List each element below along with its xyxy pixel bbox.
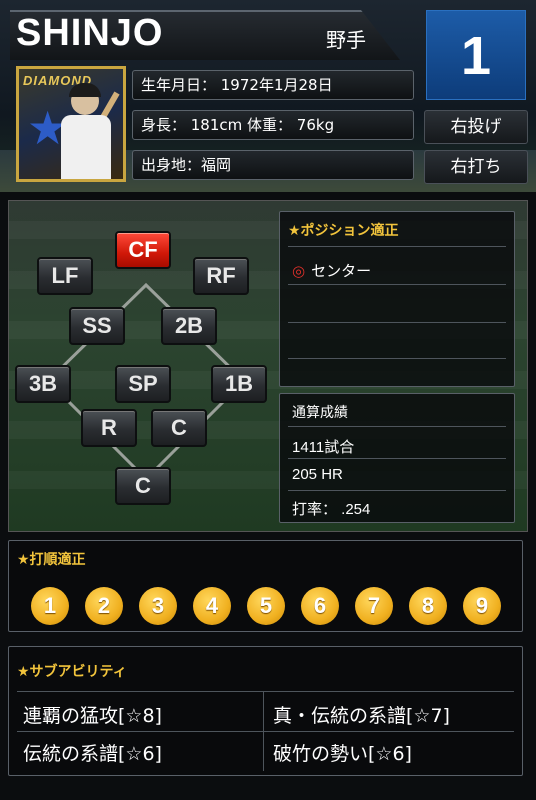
position-button-catcher[interactable]: C: [115, 467, 171, 505]
throws-label: 右投げ: [424, 110, 528, 144]
batting-order-1: 1: [31, 587, 69, 625]
position-button-lf[interactable]: LF: [37, 257, 93, 295]
position-button-rf[interactable]: RF: [193, 257, 249, 295]
batting-order-6: 6: [301, 587, 339, 625]
career-stats-title: 通算成績: [292, 404, 348, 420]
batting-order-title: ★打順適正: [17, 552, 86, 568]
career-games: 1411試合: [292, 439, 355, 456]
player-name: SHINJO: [16, 12, 164, 54]
position-aptitude-title: ★ポジション適正: [288, 223, 399, 239]
position-button-closer[interactable]: C: [151, 409, 207, 447]
sub-ability-title: ★サブアビリティ: [17, 664, 127, 680]
batting-order-4: 4: [193, 587, 231, 625]
position-aptitude-entry: ◎ センター: [292, 260, 371, 281]
birthplace: 出身地：福岡: [132, 150, 414, 180]
career-home-runs: 205 HR: [292, 466, 343, 483]
player-header: SHINJO 野手 1 右投げ 右打ち DIAMOND ★ 生年月日： 1972…: [0, 0, 536, 192]
position-button-rp[interactable]: R: [81, 409, 137, 447]
position-button-cf[interactable]: CF: [115, 231, 171, 269]
position-button-2b[interactable]: 2B: [161, 307, 217, 345]
batting-order-5: 5: [247, 587, 285, 625]
sub-ability-item[interactable]: 真・伝統の系譜[☆7]: [273, 701, 450, 728]
player-figure-body: [61, 115, 111, 179]
height-weight: 身長： 181cm 体重： 76kg: [132, 110, 414, 140]
career-stats-panel: 通算成績 1411試合 205 HR 打率： .254: [279, 393, 515, 523]
position-button-sp[interactable]: SP: [115, 365, 171, 403]
batting-order-9: 9: [463, 587, 501, 625]
position-button-1b[interactable]: 1B: [211, 365, 267, 403]
player-figure-cap: [69, 83, 101, 97]
batting-order-3: 3: [139, 587, 177, 625]
batting-order-7: 7: [355, 587, 393, 625]
batting-order-2: 2: [85, 587, 123, 625]
position-field-panel: CF LF RF SS 2B 3B SP 1B R C C ★ポジション適正 ◎…: [8, 200, 528, 532]
sub-ability-item[interactable]: 破竹の勢い[☆6]: [273, 739, 412, 766]
sub-ability-item[interactable]: 伝統の系譜[☆6]: [23, 739, 162, 766]
position-button-3b[interactable]: 3B: [15, 365, 71, 403]
sub-ability-item[interactable]: 連覇の猛攻[☆8]: [23, 701, 162, 728]
position-aptitude-panel: ★ポジション適正 ◎ センター: [279, 211, 515, 387]
sub-ability-panel: ★サブアビリティ 連覇の猛攻[☆8] 真・伝統の系譜[☆7] 伝統の系譜[☆6]…: [8, 646, 523, 776]
birth-date: 生年月日： 1972年1月28日: [132, 70, 414, 100]
uniform-number: 1: [460, 26, 492, 86]
batting-order-panel: ★打順適正 1 2 3 4 5 6 7 8 9: [8, 540, 523, 632]
player-card-image[interactable]: DIAMOND ★: [16, 66, 126, 182]
batting-order-8: 8: [409, 587, 447, 625]
player-role: 野手: [326, 28, 366, 52]
uniform-number-panel: 1: [426, 10, 526, 100]
double-circle-icon: ◎: [292, 262, 306, 280]
position-button-ss[interactable]: SS: [69, 307, 125, 345]
career-batting-average: 打率： .254: [292, 501, 371, 518]
bats-label: 右打ち: [424, 150, 528, 184]
position-aptitude-value: センター: [311, 262, 372, 280]
